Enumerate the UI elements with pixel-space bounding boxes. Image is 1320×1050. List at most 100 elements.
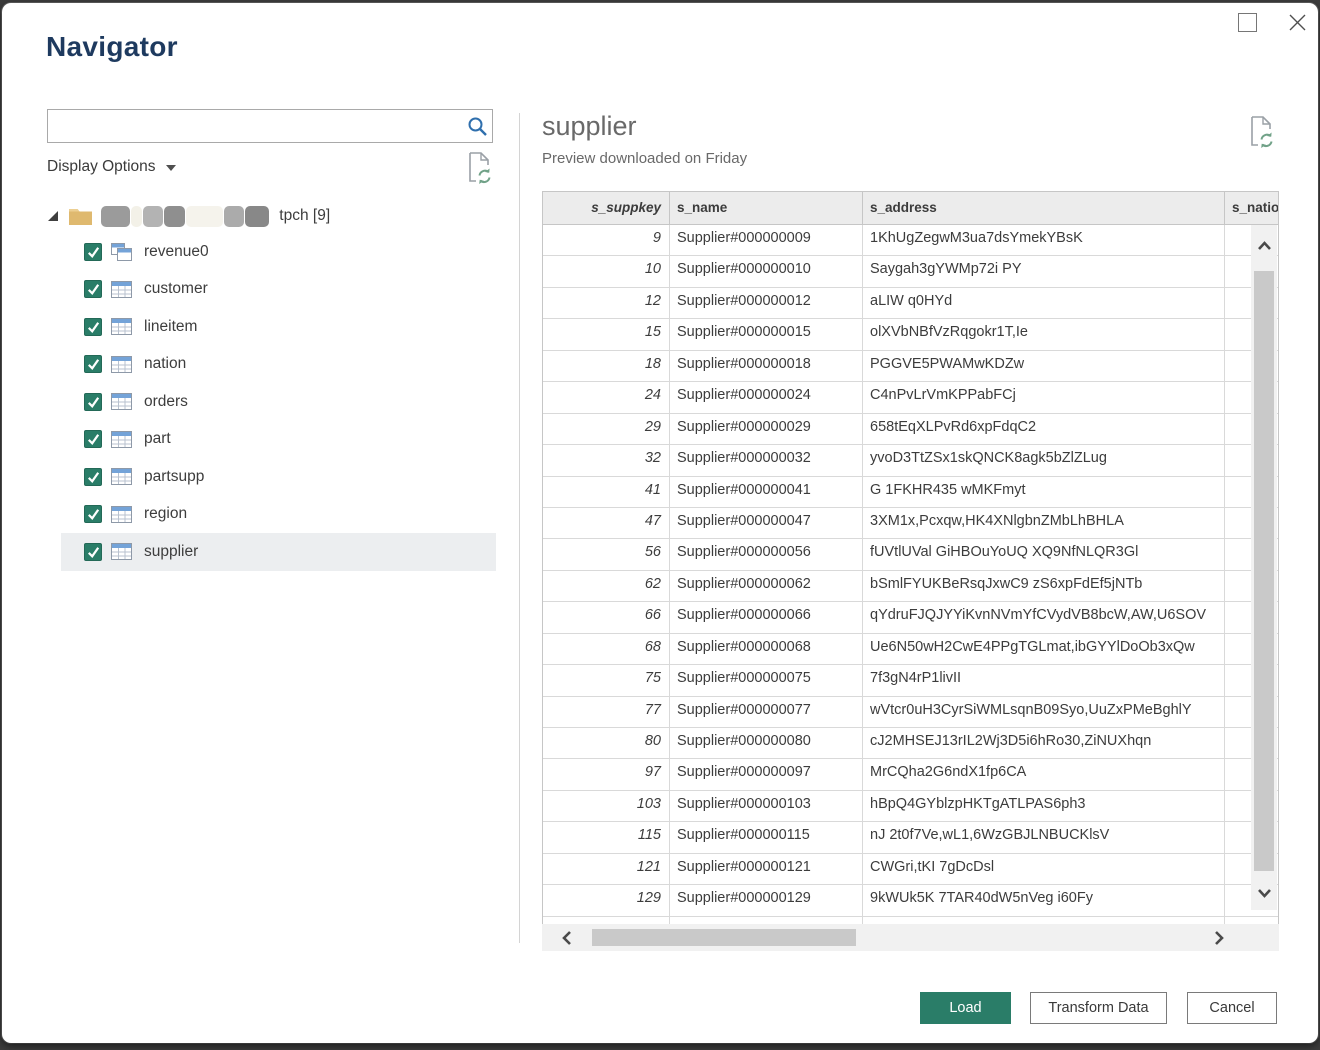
cell-suppkey: 12 <box>543 288 670 318</box>
cell-name: Supplier#000000018 <box>670 351 863 381</box>
table-row[interactable]: 75 Supplier#000000075 7f3gN4rP1livII <box>543 665 1278 696</box>
sidebar-item-part[interactable]: part <box>61 421 496 459</box>
cancel-button[interactable]: Cancel <box>1187 992 1277 1024</box>
cell-suppkey: 15 <box>543 319 670 349</box>
column-header-s_name[interactable]: s_name <box>670 192 863 224</box>
scroll-right-icon[interactable] <box>1214 930 1224 946</box>
refresh-source-icon[interactable] <box>466 151 493 189</box>
cell-address: C4nPvLrVmKPPabFCj <box>863 382 1225 412</box>
checkbox-checked[interactable] <box>84 505 102 523</box>
table-row[interactable]: 41 Supplier#000000041 G 1FKHR435 wMKFmyt <box>543 477 1278 508</box>
sidebar-item-revenue0[interactable]: revenue0 <box>61 233 496 271</box>
cell-address: hBpQ4GYblzpHKTgATLPAS6ph3 <box>863 791 1225 821</box>
refresh-preview-icon[interactable] <box>1248 115 1275 153</box>
cell-suppkey: 77 <box>543 697 670 727</box>
checkbox-checked[interactable] <box>84 543 102 561</box>
table-row[interactable]: 29 Supplier#000000029 658tEqXLPvRd6xpFdq… <box>543 414 1278 445</box>
cell-address: fUVtlUVal GiHBOuYoUQ XQ9NfNLQR3Gl <box>863 539 1225 569</box>
checkbox-checked[interactable] <box>84 318 102 336</box>
load-button[interactable]: Load <box>920 992 1011 1024</box>
cell-suppkey: 29 <box>543 414 670 444</box>
checkbox-checked[interactable] <box>84 280 102 298</box>
column-header-s_natio[interactable]: s_natio <box>1225 192 1278 224</box>
checkbox-checked[interactable] <box>84 393 102 411</box>
tree-item-label: supplier <box>144 543 198 561</box>
search-icon[interactable] <box>462 116 492 137</box>
search-box <box>47 109 493 143</box>
chevron-down-icon <box>166 165 176 171</box>
table-icon <box>110 356 132 373</box>
table-row[interactable]: 15 Supplier#000000015 olXVbNBfVzRqgokr1T… <box>543 319 1278 350</box>
tree-root-node[interactable]: tpch [9] <box>47 199 330 233</box>
table-row[interactable]: 97 Supplier#000000097 MrCQha2G6ndX1fp6CA <box>543 759 1278 790</box>
scroll-up-icon[interactable] <box>1257 241 1272 251</box>
table-icon <box>110 468 132 485</box>
scroll-down-icon[interactable] <box>1257 888 1272 898</box>
checkbox-checked[interactable] <box>84 468 102 486</box>
table-row[interactable]: 9 Supplier#000000009 1KhUgZegwM3ua7dsYme… <box>543 225 1278 256</box>
table-row[interactable]: 12 Supplier#000000012 aLIW q0HYd <box>543 288 1278 319</box>
table-row[interactable]: 47 Supplier#000000047 3XM1x,Pcxqw,HK4XNl… <box>543 508 1278 539</box>
tree-item-label: region <box>144 505 187 523</box>
transform-data-button[interactable]: Transform Data <box>1030 992 1167 1024</box>
sidebar-item-region[interactable]: region <box>61 496 496 534</box>
cell-address: 3XM1x,Pcxqw,HK4XNlgbnZMbLhBHLA <box>863 508 1225 538</box>
cell-name: Supplier#000000121 <box>670 854 863 884</box>
expander-icon[interactable] <box>47 210 59 222</box>
cell-name: Supplier#000000009 <box>670 225 863 255</box>
column-header-s_address[interactable]: s_address <box>863 192 1225 224</box>
tree-item-label: orders <box>144 393 188 411</box>
checkbox-checked[interactable] <box>84 355 102 373</box>
table-icon <box>110 543 132 560</box>
display-options-label: Display Options <box>47 158 156 176</box>
sidebar-item-partsupp[interactable]: partsupp <box>61 458 496 496</box>
display-options-dropdown[interactable]: Display Options <box>47 158 176 176</box>
sidebar-item-orders[interactable]: orders <box>61 383 496 421</box>
table-row[interactable]: 56 Supplier#000000056 fUVtlUVal GiHBOuYo… <box>543 539 1278 570</box>
scroll-left-icon[interactable] <box>562 930 572 946</box>
cell-suppkey: 9 <box>543 225 670 255</box>
column-header-s_suppkey[interactable]: s_suppkey <box>543 192 670 224</box>
table-row[interactable]: 68 Supplier#000000068 Ue6N50wH2CwE4PPgTG… <box>543 634 1278 665</box>
cell-suppkey: 80 <box>543 728 670 758</box>
horizontal-scrollbar[interactable] <box>542 924 1279 951</box>
cell-address: olXVbNBfVzRqgokr1T,Ie <box>863 319 1225 349</box>
search-input[interactable] <box>48 110 462 142</box>
sidebar-item-customer[interactable]: customer <box>61 271 496 309</box>
table-row[interactable]: 129 Supplier#000000129 9kWUk5K 7TAR40dW5… <box>543 885 1278 916</box>
sidebar-item-lineitem[interactable]: lineitem <box>61 308 496 346</box>
maximize-button[interactable] <box>1238 13 1257 32</box>
table-row[interactable]: 10 Supplier#000000010 Saygah3gYWMp72i PY <box>543 256 1278 287</box>
table-row[interactable]: 62 Supplier#000000062 bSmlFYUKBeRsqJxwC9… <box>543 571 1278 602</box>
cell-address: CWGri,tKI 7gDcDsl <box>863 854 1225 884</box>
vertical-scrollbar[interactable] <box>1251 225 1277 910</box>
checkbox-checked[interactable] <box>84 430 102 448</box>
table-row[interactable]: 18 Supplier#000000018 PGGVE5PWAMwKDZw <box>543 351 1278 382</box>
checkbox-checked[interactable] <box>84 243 102 261</box>
sidebar-item-nation[interactable]: nation <box>61 346 496 384</box>
table-row[interactable]: 32 Supplier#000000032 yvoD3TtZSx1skQNCK8… <box>543 445 1278 476</box>
cell-name: Supplier#000000129 <box>670 885 863 915</box>
cell-suppkey: 97 <box>543 759 670 789</box>
table-row[interactable]: 80 Supplier#000000080 cJ2MHSEJ13rIL2Wj3D… <box>543 728 1278 759</box>
table-row[interactable]: 121 Supplier#000000121 CWGri,tKI 7gDcDsl <box>543 854 1278 885</box>
cell-name: Supplier#000000015 <box>670 319 863 349</box>
cell-name: Supplier#000000029 <box>670 414 863 444</box>
tree-item-label: partsupp <box>144 468 204 486</box>
sidebar-item-supplier[interactable]: supplier <box>61 533 496 571</box>
cell-address: wVtcr0uH3CyrSiWMLsqnB09Syo,UuZxPMeBghlY <box>863 697 1225 727</box>
cell-suppkey: 115 <box>543 822 670 852</box>
table-row[interactable]: 115 Supplier#000000115 nJ 2t0f7Ve,wL1,6W… <box>543 822 1278 853</box>
tree-item-label: lineitem <box>144 318 197 336</box>
table-row[interactable]: 103 Supplier#000000103 hBpQ4GYblzpHKTgAT… <box>543 791 1278 822</box>
cell-address: 658tEqXLPvRd6xpFdqC2 <box>863 414 1225 444</box>
cell-address: 1KhUgZegwM3ua7dsYmekYBsK <box>863 225 1225 255</box>
vertical-scroll-thumb[interactable] <box>1254 271 1274 871</box>
horizontal-scroll-thumb[interactable] <box>592 929 856 946</box>
table-row[interactable]: 24 Supplier#000000024 C4nPvLrVmKPPabFCj <box>543 382 1278 413</box>
table-row[interactable]: 66 Supplier#000000066 qYdruFJQJYYiKvnNVm… <box>543 602 1278 633</box>
close-button[interactable] <box>1284 9 1310 35</box>
table-row[interactable]: 77 Supplier#000000077 wVtcr0uH3CyrSiWMLs… <box>543 697 1278 728</box>
cell-address: Ue6N50wH2CwE4PPgTGLmat,ibGYYlDoOb3xQw <box>863 634 1225 664</box>
cell-suppkey: 129 <box>543 885 670 915</box>
